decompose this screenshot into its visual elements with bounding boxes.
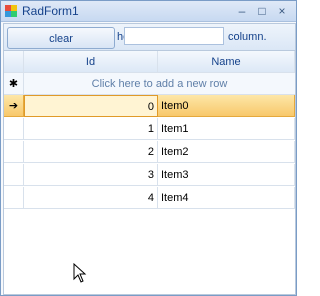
minimize-button[interactable]: – — [234, 3, 250, 19]
row-indicator-cell — [4, 187, 24, 209]
name-cell[interactable]: Item2 — [158, 141, 295, 163]
table-row[interactable]: 1 Item1 — [4, 118, 295, 140]
app-icon — [5, 5, 17, 17]
name-cell[interactable]: Item3 — [158, 164, 295, 186]
row-indicator-cell — [4, 164, 24, 186]
id-cell[interactable]: 3 — [24, 164, 158, 186]
mouse-pointer-icon — [73, 263, 87, 283]
table-row[interactable]: 4 Item4 — [4, 187, 295, 209]
name-cell[interactable]: Item4 — [158, 187, 295, 209]
add-new-row-text[interactable]: Click here to add a new row — [24, 73, 295, 95]
form-client-area: he column. clear Id Name ✱ Click here to… — [3, 23, 296, 295]
new-row-marker-icon: ✱ — [4, 73, 24, 95]
window-title: RadForm1 — [22, 4, 79, 18]
id-cell[interactable]: 0 — [24, 95, 158, 117]
add-new-row[interactable]: ✱ Click here to add a new row — [4, 73, 295, 95]
close-button[interactable]: × — [274, 3, 290, 19]
column-header-name[interactable]: Name — [158, 51, 295, 73]
id-cell[interactable]: 1 — [24, 118, 158, 140]
filter-input[interactable] — [124, 27, 224, 45]
hint-text-right: column. — [228, 31, 267, 43]
name-cell[interactable]: Item0 — [158, 95, 295, 117]
id-cell[interactable]: 2 — [24, 141, 158, 163]
maximize-button[interactable]: □ — [254, 3, 270, 19]
grid-header-row: Id Name — [4, 51, 295, 73]
current-row-arrow-icon: ➔ — [4, 95, 24, 117]
toolbar: he column. clear — [4, 24, 295, 51]
clear-button[interactable]: clear — [7, 27, 115, 49]
name-cell[interactable]: Item1 — [158, 118, 295, 140]
header-indicator-cell — [4, 51, 24, 73]
row-indicator-cell — [4, 118, 24, 140]
table-row[interactable]: ➔ 0 Item0 — [4, 95, 295, 117]
table-row[interactable]: 3 Item3 — [4, 164, 295, 186]
column-header-id[interactable]: Id — [24, 51, 158, 73]
title-bar[interactable]: RadForm1 – □ × — [1, 1, 296, 22]
table-row[interactable]: 2 Item2 — [4, 141, 295, 163]
row-indicator-cell — [4, 141, 24, 163]
id-cell[interactable]: 4 — [24, 187, 158, 209]
app-window: RadForm1 – □ × he column. clear Id Name … — [0, 0, 297, 296]
